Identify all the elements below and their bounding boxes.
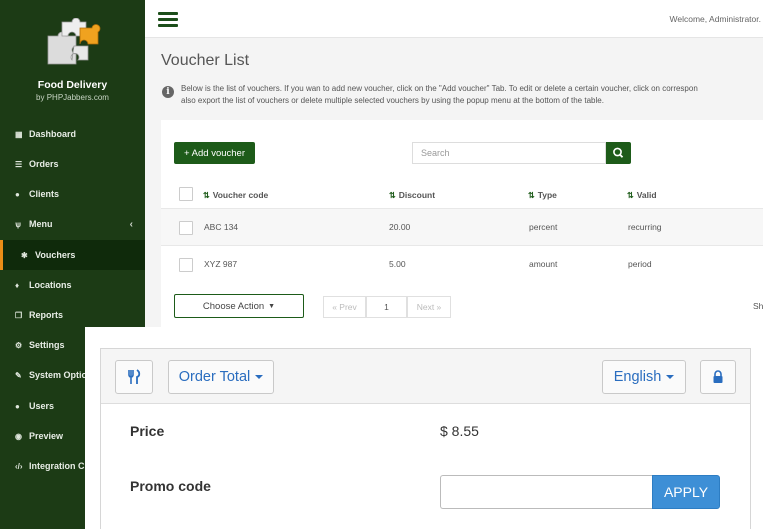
- sidebar-item-label: Orders: [29, 159, 59, 169]
- sidebar-item-label: Integration C: [29, 461, 85, 471]
- sort-icon: ⇅: [389, 191, 396, 200]
- caret-down-icon: [666, 375, 675, 379]
- column-header-type[interactable]: ⇅ Type: [528, 190, 557, 200]
- promo-code-label: Promo code: [130, 478, 211, 494]
- page-number-button[interactable]: 1: [366, 296, 407, 318]
- welcome-text: Welcome, Administrator.: [669, 14, 762, 24]
- sort-icon: ⇅: [528, 191, 535, 200]
- gift-icon: ✱: [21, 250, 28, 260]
- valid-cell: period: [628, 259, 652, 269]
- cutlery-icon: [128, 369, 141, 384]
- promo-code-input[interactable]: [440, 475, 652, 509]
- info-text: Below is the list of vouchers. If you wa…: [181, 83, 763, 107]
- show-per-page-label: Sh: [753, 301, 763, 311]
- caret-down-icon: [255, 375, 264, 379]
- sidebar-item-label: Menu: [29, 219, 53, 229]
- order-widget-overlay: Order Total English Price $ 8.55 Promo c…: [85, 327, 763, 529]
- voucher-panel: + Add voucher Search ⇅ Voucher code ⇅ Disc…: [161, 120, 763, 330]
- eye-icon: ◉: [15, 431, 22, 441]
- next-page-button[interactable]: Next »: [407, 296, 451, 318]
- search-input[interactable]: Search: [412, 142, 606, 164]
- order-total-dropdown[interactable]: Order Total: [168, 360, 274, 394]
- map-marker-icon: ♦: [15, 280, 20, 290]
- sidebar-item-label: System Optio: [29, 370, 88, 380]
- row-checkbox[interactable]: [179, 258, 193, 272]
- apply-button[interactable]: APPLY: [652, 475, 720, 509]
- voucher-code-cell: ABC 134: [204, 222, 239, 232]
- price-value: $ 8.55: [440, 423, 479, 439]
- table-row[interactable]: XYZ 987 5.00 amount period: [161, 245, 763, 282]
- puzzle-logo-icon: [47, 18, 101, 65]
- column-header-discount[interactable]: ⇅ Discount: [389, 190, 435, 200]
- brand-name: Food Delivery: [37, 79, 108, 91]
- order-widget: Order Total English Price $ 8.55 Promo c…: [100, 348, 751, 529]
- voucher-code-cell: XYZ 987: [204, 259, 238, 269]
- choose-action-button[interactable]: Choose Action ▼: [174, 294, 304, 318]
- sidebar-item-orders[interactable]: ☰ Orders: [0, 149, 145, 179]
- cutlery-icon: ѱ: [15, 219, 22, 229]
- sidebar-item-label: Reports: [29, 310, 64, 320]
- sidebar-item-label: Locations: [29, 280, 72, 290]
- hamburger-menu-icon[interactable]: [158, 12, 178, 27]
- chevron-left-icon: ‹: [129, 218, 133, 230]
- prev-page-button[interactable]: « Prev: [323, 296, 366, 318]
- cogs-icon: ⚙: [15, 340, 23, 350]
- lock-button[interactable]: [700, 360, 736, 394]
- code-icon: ‹/›: [15, 461, 23, 471]
- select-all-checkbox[interactable]: [179, 187, 193, 201]
- language-dropdown[interactable]: English: [602, 360, 686, 394]
- info-line-1: Below is the list of vouchers. If you wa…: [181, 84, 698, 93]
- info-line-2: also export the list of vouchers or dele…: [181, 96, 604, 105]
- sidebar-item-label: Settings: [29, 340, 65, 350]
- wrench-icon: ✎: [15, 370, 22, 380]
- search-button[interactable]: [606, 142, 631, 164]
- price-label: Price: [130, 423, 165, 439]
- menu-button[interactable]: [115, 360, 153, 394]
- copy-icon: ❐: [15, 310, 23, 320]
- valid-cell: recurring: [628, 222, 662, 232]
- sidebar-item-label: Preview: [29, 431, 64, 441]
- sidebar-item-dashboard[interactable]: ▦ Dashboard: [0, 119, 145, 149]
- lock-icon: [713, 370, 723, 383]
- brand-subtitle: by PHPJabbers.com: [36, 93, 109, 102]
- user-icon: ●: [15, 189, 20, 199]
- sort-icon: ⇅: [203, 191, 210, 200]
- users-icon: ●: [15, 401, 20, 411]
- widget-header: Order Total English: [101, 349, 750, 404]
- info-icon: i: [162, 86, 174, 98]
- search-icon: [613, 147, 624, 158]
- column-header-voucher-code[interactable]: ⇅ Voucher code: [203, 190, 268, 200]
- dashboard-icon: ▦: [15, 129, 23, 139]
- top-bar: Welcome, Administrator.: [145, 0, 763, 38]
- list-icon: ☰: [15, 159, 23, 169]
- sidebar-item-label: Users: [29, 401, 55, 411]
- type-cell: amount: [529, 259, 558, 269]
- row-checkbox[interactable]: [179, 221, 193, 235]
- sidebar-item-menu[interactable]: ѱ Menu ‹: [0, 209, 145, 239]
- sidebar-item-label: Dashboard: [29, 129, 77, 139]
- table-row[interactable]: ABC 134 20.00 percent recurring: [161, 208, 763, 245]
- type-cell: percent: [529, 222, 558, 232]
- sidebar-item-label: Clients: [29, 189, 60, 199]
- sidebar-item-reports[interactable]: ❐ Reports: [0, 300, 145, 330]
- column-header-valid[interactable]: ⇅ Valid: [627, 190, 657, 200]
- caret-down-icon: ▼: [268, 302, 276, 310]
- sidebar-item-label: Vouchers: [35, 250, 76, 260]
- sidebar-item-locations[interactable]: ♦ Locations: [0, 270, 145, 300]
- discount-cell: 5.00: [389, 259, 406, 269]
- sidebar-item-vouchers[interactable]: ✱ Vouchers: [0, 240, 145, 270]
- sort-icon: ⇅: [627, 191, 634, 200]
- discount-cell: 20.00: [389, 222, 411, 232]
- sidebar-item-clients[interactable]: ● Clients: [0, 179, 145, 209]
- add-voucher-button[interactable]: + Add voucher: [174, 142, 255, 164]
- page-title: Voucher List: [161, 52, 250, 69]
